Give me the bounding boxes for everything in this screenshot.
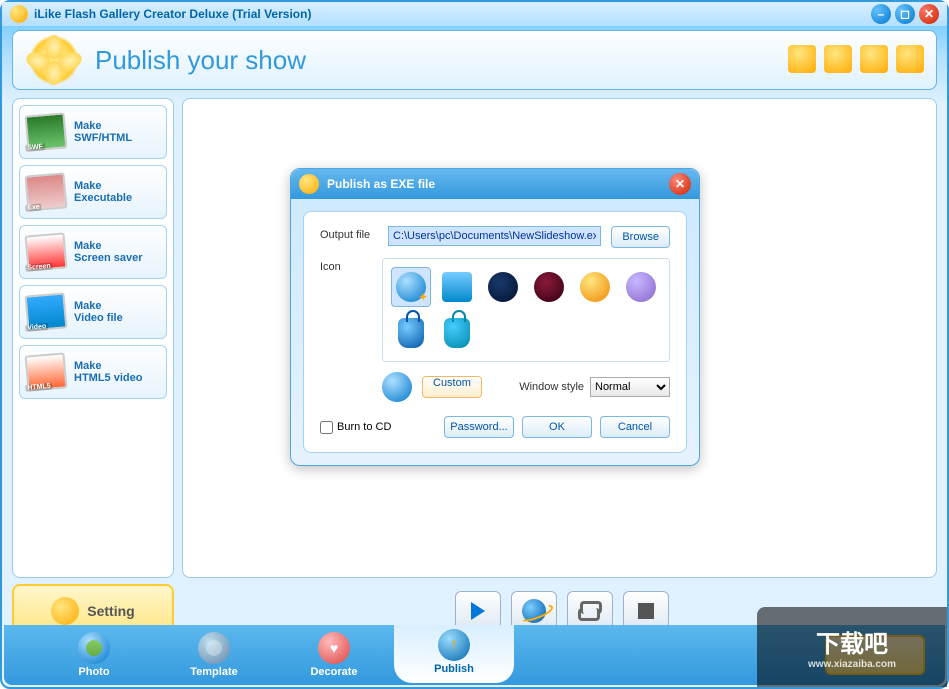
- stop-icon: [638, 603, 654, 619]
- save-icon[interactable]: [824, 45, 852, 73]
- sidebar-item-executable[interactable]: Make Executable: [19, 165, 167, 219]
- tab-publish[interactable]: Publish: [394, 625, 514, 683]
- icon-option-3[interactable]: [483, 267, 523, 307]
- icon-option-6[interactable]: [621, 267, 661, 307]
- sidebar: Make SWF/HTML Make Executable Make Scree…: [12, 98, 174, 578]
- gear-icon: [51, 597, 79, 625]
- browse-button[interactable]: Browse: [611, 226, 670, 248]
- page-title: Publish your show: [95, 45, 306, 76]
- icon-option-2[interactable]: [437, 267, 477, 307]
- minimize-button[interactable]: –: [871, 4, 891, 24]
- video-icon: [25, 292, 68, 331]
- burn-checkbox-input[interactable]: [320, 421, 333, 434]
- dialog-body: Output file Browse Icon: [291, 199, 699, 465]
- purple-sphere-icon: [626, 272, 656, 302]
- dialog-titlebar: Publish as EXE file ✕: [291, 169, 699, 199]
- tab-template[interactable]: Template: [154, 628, 274, 682]
- icon-option-8[interactable]: [437, 313, 477, 353]
- window-style-select[interactable]: Normal: [590, 377, 670, 397]
- setting-label: Setting: [87, 603, 134, 619]
- sidebar-item-label: Make HTML5 video: [74, 360, 142, 384]
- dialog-inner: Output file Browse Icon: [303, 211, 687, 453]
- swf-icon: [25, 112, 68, 151]
- burn-to-cd-checkbox[interactable]: Burn to CD: [320, 421, 391, 434]
- dialog-icon: [299, 174, 319, 194]
- folder-icon[interactable]: [788, 45, 816, 73]
- tab-photo[interactable]: Photo: [34, 628, 154, 682]
- decorate-icon: [318, 632, 350, 664]
- user-icon[interactable]: [860, 45, 888, 73]
- dialog-buttons: Burn to CD Password... OK Cancel: [320, 416, 670, 438]
- password-button[interactable]: Password...: [444, 416, 514, 438]
- sidebar-item-label: Make Screen saver: [74, 240, 143, 264]
- sidebar-item-label: Make Video file: [74, 300, 123, 324]
- tab-label: Photo: [78, 666, 109, 678]
- tab-label: Template: [190, 666, 237, 678]
- icon-row: Icon: [320, 258, 670, 402]
- flower-logo-icon: [29, 35, 79, 85]
- header-toolbar: [788, 45, 924, 73]
- publish-exe-dialog: Publish as EXE file ✕ Output file Browse…: [290, 168, 700, 466]
- play-icon: [471, 602, 485, 620]
- help-icon[interactable]: [896, 45, 924, 73]
- sidebar-item-video[interactable]: Make Video file: [19, 285, 167, 339]
- window-controls: – ◻ ✕: [871, 4, 939, 24]
- tab-label: Publish: [434, 663, 474, 675]
- sidebar-item-label: Make Executable: [74, 180, 132, 204]
- dark-blue-sphere-icon: [488, 272, 518, 302]
- photo-icon: [78, 632, 110, 664]
- close-button[interactable]: ✕: [919, 4, 939, 24]
- app-icon: [10, 5, 28, 23]
- header: Publish your show: [12, 30, 937, 90]
- app-window: iLike Flash Gallery Creator Deluxe (Tria…: [0, 0, 949, 689]
- custom-button[interactable]: Custom: [422, 376, 482, 398]
- lock-teal-icon: [444, 318, 470, 348]
- monitor-icon: [442, 272, 472, 302]
- dialog-title: Publish as EXE file: [327, 177, 435, 191]
- tab-label: Decorate: [310, 666, 357, 678]
- exe-icon: [25, 172, 68, 211]
- window-style-row: Window style Normal: [519, 377, 670, 397]
- icon-option-5[interactable]: [575, 267, 615, 307]
- window-title: iLike Flash Gallery Creator Deluxe (Tria…: [34, 7, 871, 21]
- yellow-sphere-icon: [580, 272, 610, 302]
- html5-icon: [25, 352, 68, 391]
- repeat-icon: [580, 601, 600, 621]
- sidebar-item-swf[interactable]: Make SWF/HTML: [19, 105, 167, 159]
- maximize-button[interactable]: ◻: [895, 4, 915, 24]
- output-label: Output file: [320, 226, 378, 241]
- sidebar-item-screensaver[interactable]: Make Screen saver: [19, 225, 167, 279]
- burn-label: Burn to CD: [337, 421, 391, 433]
- custom-preview-icon: [382, 372, 412, 402]
- sidebar-item-label: Make SWF/HTML: [74, 120, 132, 144]
- nav-tabs: Photo Template Decorate Publish: [4, 625, 945, 685]
- output-row: Output file Browse: [320, 226, 670, 248]
- custom-row: Custom Window style Normal: [382, 372, 670, 402]
- ok-button[interactable]: OK: [522, 416, 592, 438]
- tab-decorate[interactable]: Decorate: [274, 628, 394, 682]
- screensaver-icon: [25, 232, 68, 271]
- icon-option-1[interactable]: [391, 267, 431, 307]
- lock-blue-icon: [398, 318, 424, 348]
- cancel-button[interactable]: Cancel: [600, 416, 670, 438]
- titlebar: iLike Flash Gallery Creator Deluxe (Tria…: [2, 2, 947, 26]
- icon-picker: [382, 258, 670, 362]
- output-file-input[interactable]: [388, 226, 601, 246]
- dark-red-sphere-icon: [534, 272, 564, 302]
- icon-option-7[interactable]: [391, 313, 431, 353]
- sidebar-item-html5[interactable]: Make HTML5 video: [19, 345, 167, 399]
- globe-star-icon: [396, 272, 426, 302]
- window-style-label: Window style: [519, 381, 584, 393]
- dialog-close-button[interactable]: ✕: [669, 173, 691, 195]
- icon-option-4[interactable]: [529, 267, 569, 307]
- ie-icon: [522, 599, 546, 623]
- icon-label: Icon: [320, 258, 372, 273]
- publish-icon: [438, 629, 470, 661]
- next-button[interactable]: [825, 635, 925, 675]
- template-icon: [198, 632, 230, 664]
